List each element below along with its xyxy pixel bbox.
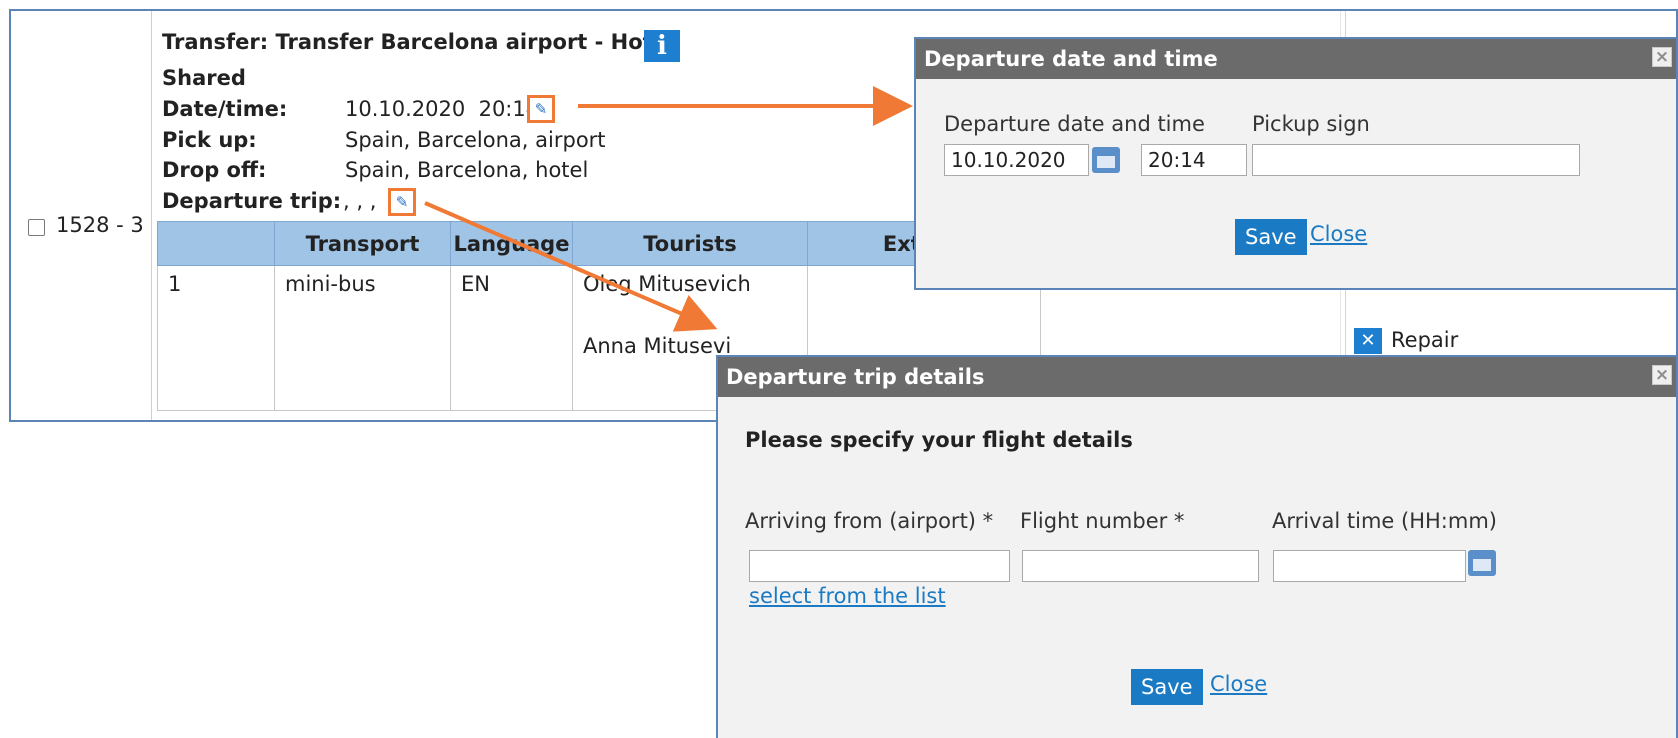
- pickup-sign-input[interactable]: [1252, 144, 1580, 176]
- arrival-time-label: Arrival time (HH:mm): [1272, 509, 1497, 533]
- pickup-sign-label: Pickup sign: [1252, 112, 1370, 136]
- flight-number-input[interactable]: [1022, 550, 1259, 582]
- trip-details-dialog: Departure trip details × Please specify …: [716, 355, 1678, 738]
- save-button[interactable]: Save: [1235, 219, 1307, 255]
- close-icon[interactable]: ×: [1652, 365, 1672, 385]
- dialog-title: Departure date and time ×: [916, 39, 1676, 79]
- departure-datetime-label: Departure date and time: [944, 112, 1205, 136]
- close-link[interactable]: Close: [1310, 222, 1367, 246]
- airport-input[interactable]: [749, 550, 1010, 582]
- datetime-dialog: Departure date and time × Departure date…: [914, 37, 1678, 290]
- departure-time-input[interactable]: 20:14: [1141, 144, 1247, 176]
- save-button[interactable]: Save: [1131, 669, 1203, 705]
- close-icon[interactable]: ×: [1652, 47, 1672, 67]
- arrival-time-input[interactable]: [1273, 550, 1466, 582]
- trip-dialog-title: Departure trip details: [726, 365, 985, 389]
- calendar-icon[interactable]: [1468, 550, 1496, 576]
- calendar-icon[interactable]: [1092, 147, 1120, 173]
- departure-date-input[interactable]: 10.10.2020: [944, 144, 1089, 176]
- flight-number-label: Flight number *: [1020, 509, 1185, 533]
- datetime-dialog-title: Departure date and time: [924, 47, 1218, 71]
- arrow-to-trip-dialog: [424, 201, 718, 332]
- flight-details-heading: Please specify your flight details: [745, 428, 1133, 452]
- select-from-list-link[interactable]: select from the list: [749, 584, 946, 608]
- airport-label: Arriving from (airport) *: [745, 509, 994, 533]
- close-link[interactable]: Close: [1210, 672, 1267, 696]
- dialog-title: Departure trip details ×: [718, 357, 1676, 397]
